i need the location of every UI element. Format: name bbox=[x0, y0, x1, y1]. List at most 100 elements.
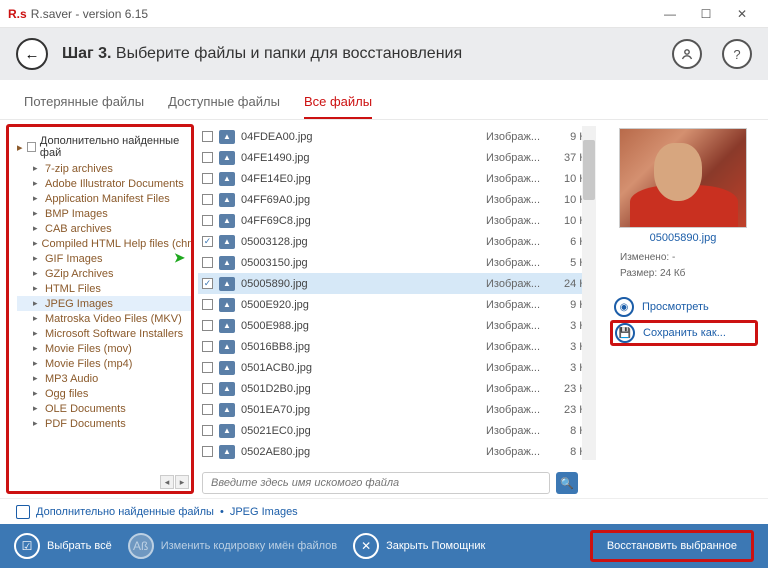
file-name: 05021EC0.jpg bbox=[241, 425, 480, 437]
app-logo: R.s bbox=[8, 7, 27, 21]
eye-icon: ◉ bbox=[614, 297, 634, 317]
file-checkbox[interactable] bbox=[202, 341, 213, 352]
tab-all-files[interactable]: Все файлы bbox=[304, 94, 372, 119]
maximize-icon[interactable]: ☐ bbox=[688, 4, 724, 24]
file-scrollbar[interactable] bbox=[582, 126, 596, 460]
check-icon: ☑ bbox=[14, 533, 40, 559]
tree-item[interactable]: ▸GIF Images bbox=[17, 251, 191, 266]
tree-item[interactable]: ▸HTML Files bbox=[17, 281, 191, 296]
tree-item[interactable]: ▸Ogg files bbox=[17, 386, 191, 401]
file-checkbox[interactable] bbox=[202, 299, 213, 310]
file-row[interactable]: ▲05003150.jpgИзображ...5 Кб bbox=[198, 252, 596, 273]
file-type: Изображ... bbox=[486, 152, 542, 164]
file-name: 0501ACB0.jpg bbox=[241, 362, 480, 374]
folder-tree[interactable]: ▸ Дополнительно найденные фай ▸7-zip arc… bbox=[6, 124, 194, 494]
file-row[interactable]: ▲04FDEA00.jpgИзображ...9 Кб bbox=[198, 126, 596, 147]
file-checkbox[interactable]: ✓ bbox=[202, 278, 213, 289]
file-row[interactable]: ▲0502AE80.jpgИзображ...8 Кб bbox=[198, 441, 596, 462]
file-row[interactable]: ▲04FE1490.jpgИзображ...37 Кб bbox=[198, 147, 596, 168]
file-list[interactable]: ▲04FDEA00.jpgИзображ...9 Кб▲04FE1490.jpg… bbox=[198, 126, 596, 468]
tree-item[interactable]: ▸Compiled HTML Help files (chm) bbox=[17, 236, 191, 251]
tree-item[interactable]: ▸Adobe Illustrator Documents bbox=[17, 176, 191, 191]
tree-item[interactable]: ▸OLE Documents bbox=[17, 401, 191, 416]
close-icon[interactable]: ✕ bbox=[724, 4, 760, 24]
file-type: Изображ... bbox=[486, 320, 542, 332]
file-row[interactable]: ▲0501EA70.jpgИзображ...23 Кб bbox=[198, 399, 596, 420]
file-row[interactable]: ▲04FF69C8.jpgИзображ...10 Кб bbox=[198, 210, 596, 231]
file-row[interactable]: ▲0500E920.jpgИзображ...9 Кб bbox=[198, 294, 596, 315]
tree-root[interactable]: ▸ Дополнительно найденные фай bbox=[17, 133, 191, 161]
preview-thumbnail bbox=[619, 128, 747, 228]
breadcrumb[interactable]: Дополнительно найденные файлы • JPEG Ima… bbox=[0, 498, 768, 524]
view-button[interactable]: ◉ Просмотреть bbox=[614, 294, 758, 320]
window-title: R.saver - version 6.15 bbox=[31, 7, 148, 21]
image-icon: ▲ bbox=[219, 277, 235, 291]
file-name: 0502AE80.jpg bbox=[241, 446, 480, 458]
file-type: Изображ... bbox=[486, 194, 542, 206]
file-name: 0500E920.jpg bbox=[241, 299, 480, 311]
tree-item[interactable]: ▸Microsoft Software Installers bbox=[17, 326, 191, 341]
tree-item[interactable]: ▸Matroska Video Files (MKV) bbox=[17, 311, 191, 326]
file-type: Изображ... bbox=[486, 173, 542, 185]
file-type: Изображ... bbox=[486, 299, 542, 311]
tree-item[interactable]: ▸PDF Documents bbox=[17, 416, 191, 431]
tree-item[interactable]: ▸JPEG Images bbox=[17, 296, 191, 311]
file-checkbox[interactable] bbox=[202, 446, 213, 457]
help-icon[interactable]: ? bbox=[722, 39, 752, 69]
close-wizard-button[interactable]: ✕ Закрыть Помощник bbox=[353, 533, 485, 559]
search-button[interactable]: 🔍 bbox=[556, 472, 578, 494]
folder-icon bbox=[16, 505, 30, 519]
image-icon: ▲ bbox=[219, 214, 235, 228]
tree-item[interactable]: ▸GZip Archives bbox=[17, 266, 191, 281]
file-name: 0501EA70.jpg bbox=[241, 404, 480, 416]
tab-lost-files[interactable]: Потерянные файлы bbox=[24, 94, 144, 119]
tree-item[interactable]: ▸7-zip archives bbox=[17, 161, 191, 176]
file-checkbox[interactable] bbox=[202, 404, 213, 415]
file-row[interactable]: ▲0500E988.jpgИзображ...3 Кб bbox=[198, 315, 596, 336]
save-as-button[interactable]: 💾 Сохранить как... bbox=[610, 320, 758, 346]
file-checkbox[interactable] bbox=[202, 131, 213, 142]
tree-item[interactable]: ▸CAB archives bbox=[17, 221, 191, 236]
file-type: Изображ... bbox=[486, 383, 542, 395]
select-all-button[interactable]: ☑ Выбрать всё bbox=[14, 533, 112, 559]
image-icon: ▲ bbox=[219, 319, 235, 333]
file-row[interactable]: ▲04FF69A0.jpgИзображ...10 Кб bbox=[198, 189, 596, 210]
tree-item[interactable]: ▸Movie Files (mov) bbox=[17, 341, 191, 356]
file-checkbox[interactable] bbox=[202, 257, 213, 268]
file-checkbox[interactable] bbox=[202, 320, 213, 331]
file-row[interactable]: ▲0501ACB0.jpgИзображ...3 Кб bbox=[198, 357, 596, 378]
file-checkbox[interactable] bbox=[202, 383, 213, 394]
file-row[interactable]: ▲05016BB8.jpgИзображ...3 Кб bbox=[198, 336, 596, 357]
back-button[interactable]: ← bbox=[16, 38, 48, 70]
file-checkbox[interactable] bbox=[202, 362, 213, 373]
file-row[interactable]: ▲0501D2B0.jpgИзображ...23 Кб bbox=[198, 378, 596, 399]
image-icon: ▲ bbox=[219, 340, 235, 354]
tab-available-files[interactable]: Доступные файлы bbox=[168, 94, 280, 119]
file-row[interactable]: ▲04FE14E0.jpgИзображ...10 Кб bbox=[198, 168, 596, 189]
user-icon[interactable] bbox=[672, 39, 702, 69]
file-checkbox[interactable] bbox=[202, 173, 213, 184]
tree-scrollbar[interactable]: ◂▸ bbox=[160, 475, 189, 489]
file-checkbox[interactable] bbox=[202, 152, 213, 163]
change-encoding-button[interactable]: Аß Изменить кодировку имён файлов bbox=[128, 533, 337, 559]
footer-bar: ☑ Выбрать всё Аß Изменить кодировку имён… bbox=[0, 524, 768, 568]
file-checkbox[interactable]: ✓ bbox=[202, 236, 213, 247]
titlebar: R.s R.saver - version 6.15 ― ☐ ✕ bbox=[0, 0, 768, 28]
search-input[interactable] bbox=[202, 472, 550, 494]
file-name: 04FF69C8.jpg bbox=[241, 215, 480, 227]
file-type: Изображ... bbox=[486, 278, 542, 290]
file-row[interactable]: ▲05021EC0.jpgИзображ...8 Кб bbox=[198, 420, 596, 441]
restore-selected-button[interactable]: Восстановить выбранное bbox=[590, 530, 754, 562]
tree-item[interactable]: ▸MP3 Audio bbox=[17, 371, 191, 386]
file-name: 04FF69A0.jpg bbox=[241, 194, 480, 206]
tree-item[interactable]: ▸Movie Files (mp4) bbox=[17, 356, 191, 371]
file-checkbox[interactable] bbox=[202, 425, 213, 436]
file-row[interactable]: ✓▲05003128.jpgИзображ...6 Кб bbox=[198, 231, 596, 252]
minimize-icon[interactable]: ― bbox=[652, 4, 688, 24]
tree-item[interactable]: ▸BMP Images bbox=[17, 206, 191, 221]
tree-item[interactable]: ▸Application Manifest Files bbox=[17, 191, 191, 206]
file-row[interactable]: ✓▲05005890.jpgИзображ...24 Кб bbox=[198, 273, 596, 294]
image-icon: ▲ bbox=[219, 424, 235, 438]
file-checkbox[interactable] bbox=[202, 194, 213, 205]
file-checkbox[interactable] bbox=[202, 215, 213, 226]
